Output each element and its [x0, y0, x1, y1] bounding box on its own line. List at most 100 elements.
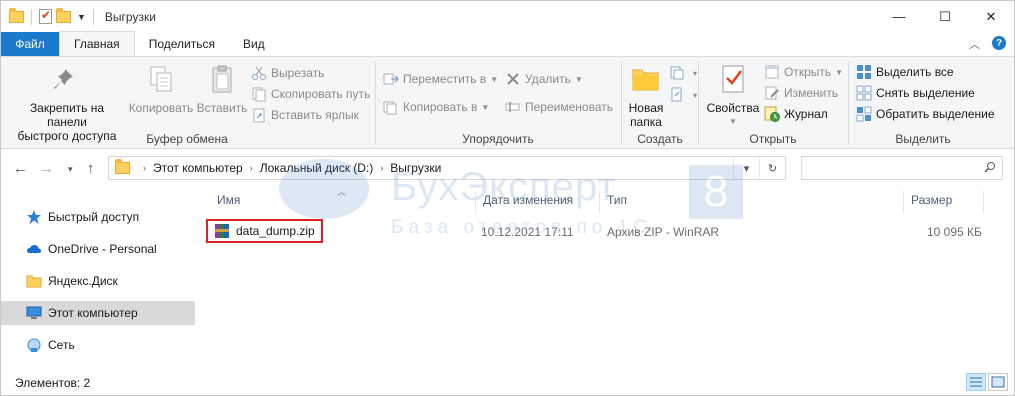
clipboard-icon	[206, 63, 238, 95]
dropdown-arrow-icon: ▼	[574, 74, 583, 84]
file-row[interactable]: data_dump.zip 10.12.2021 17:11 Архив ZIP…	[206, 219, 997, 243]
address-bar[interactable]: › Этот компьютер › Локальный диск (D:) ›…	[108, 156, 786, 180]
folder-icon	[115, 159, 130, 174]
tab-file[interactable]: Файл	[1, 32, 59, 56]
qat-customize-icon[interactable]: ▼	[77, 12, 86, 22]
folder-icon	[630, 63, 662, 95]
tab-view[interactable]: Вид	[229, 32, 279, 56]
refresh-icon[interactable]: ↻	[759, 157, 785, 179]
history-dropdown-icon[interactable]: ▾	[733, 157, 759, 179]
file-date: 10.12.2021 17:11	[481, 225, 574, 239]
paste-shortcut-button[interactable]: Вставить ярлык	[251, 105, 359, 125]
file-name-highlight[interactable]: data_dump.zip	[206, 219, 323, 243]
new-folder-label-line2: папка	[630, 115, 662, 129]
pin-icon	[51, 63, 83, 95]
maximize-button[interactable]: ☐	[922, 1, 968, 32]
move-to-button[interactable]: Переместить в ▼	[383, 69, 498, 89]
open-group-label: Открыть	[749, 132, 797, 146]
search-input[interactable]	[801, 156, 1003, 180]
copy-button[interactable]: Копировать	[129, 63, 193, 115]
ribbon: Закрепить на панели быстрого доступа Коп…	[1, 56, 1014, 149]
open-group: Свойства ▼ Открыть ▼ Изменить Журнал Отк…	[700, 57, 846, 149]
column-header-type[interactable]: Тип	[607, 193, 627, 207]
invert-selection-button[interactable]: Обратить выделение	[856, 104, 995, 124]
organize-group: Переместить в ▼ Копировать в ▼ Удалить ▼	[377, 57, 619, 149]
sort-ascending-icon: ︿	[337, 187, 347, 197]
rename-button[interactable]: Переименовать	[505, 97, 613, 117]
delete-icon	[505, 71, 521, 87]
breadcrumb-this-pc[interactable]: Этот компьютер	[153, 161, 243, 175]
copy-to-icon	[383, 99, 399, 115]
tab-home[interactable]: Главная	[59, 31, 135, 56]
history-button[interactable]: Журнал	[764, 104, 828, 124]
view-buttons	[966, 373, 1008, 391]
column-divider[interactable]	[599, 191, 600, 213]
navigation-bar: ← → ▾ ↑ › Этот компьютер › Локальный дис…	[1, 150, 1014, 186]
back-arrow-icon[interactable]: ←	[13, 160, 28, 177]
chevron-right-icon[interactable]: ›	[143, 163, 146, 173]
nav-this-pc[interactable]: Этот компьютер	[1, 301, 195, 325]
minimize-button[interactable]: —	[876, 1, 922, 32]
search-icon	[984, 162, 995, 173]
up-arrow-icon[interactable]: ↑	[87, 160, 95, 177]
open-button[interactable]: Открыть ▼	[764, 62, 843, 82]
column-divider[interactable]	[475, 191, 476, 213]
paste-label: Вставить	[196, 101, 248, 115]
column-divider[interactable]	[903, 191, 904, 213]
qat-separator	[92, 8, 94, 25]
star-icon	[26, 209, 42, 225]
chevron-up-icon[interactable]: ︿	[969, 36, 980, 52]
new-item-button[interactable]: ▾	[669, 63, 697, 83]
breadcrumb-local-disk[interactable]: Локальный диск (D:)	[260, 161, 374, 175]
nav-onedrive[interactable]: OneDrive - Personal	[1, 237, 195, 261]
properties-icon	[717, 63, 749, 95]
column-header-name[interactable]: Имя	[217, 193, 240, 207]
properties-button[interactable]: Свойства ▼	[706, 63, 760, 129]
breadcrumb-uploads[interactable]: Выгрузки	[390, 161, 441, 175]
column-header-date[interactable]: Дата изменения	[483, 193, 573, 207]
cut-button[interactable]: Вырезать	[251, 63, 324, 83]
select-none-button[interactable]: Снять выделение	[856, 83, 975, 103]
chevron-right-icon[interactable]: ›	[380, 163, 383, 173]
new-folder-label-line1: Новая	[628, 101, 664, 115]
nav-quick-access[interactable]: Быстрый доступ	[1, 205, 195, 229]
group-divider	[375, 61, 376, 145]
item-count: Элементов: 2	[15, 376, 91, 390]
copy-path-button[interactable]: Скопировать путь	[251, 84, 370, 104]
folder-icon	[26, 273, 42, 289]
cloud-icon	[26, 241, 42, 257]
nav-this-pc-label: Этот компьютер	[48, 306, 138, 320]
column-divider[interactable]	[983, 191, 984, 213]
large-icons-view-icon[interactable]	[988, 373, 1008, 391]
nav-network[interactable]: Сеть	[1, 333, 195, 357]
paste-button[interactable]: Вставить	[195, 63, 249, 115]
help-icon[interactable]: ?	[992, 36, 1006, 50]
move-to-label: Переместить в	[403, 72, 487, 86]
properties-icon[interactable]	[39, 8, 52, 24]
copy-to-button[interactable]: Копировать в ▼	[383, 97, 489, 117]
dropdown-arrow-icon: ▾	[693, 90, 698, 100]
edit-button[interactable]: Изменить	[764, 83, 838, 103]
column-header-size[interactable]: Размер	[911, 193, 952, 207]
pin-quick-access-button[interactable]: Закрепить на панели быстрого доступа	[9, 63, 125, 143]
group-divider	[621, 61, 622, 145]
easy-access-button[interactable]: ▾	[669, 85, 697, 105]
invert-selection-label: Обратить выделение	[876, 107, 995, 121]
explorer-window: ▼ Выгрузки — ☐ ✕ Файл Главная Поделиться…	[0, 0, 1015, 396]
open-label: Открыть	[784, 65, 832, 79]
delete-button[interactable]: Удалить ▼	[505, 69, 583, 89]
edit-label: Изменить	[784, 86, 839, 100]
nav-yandex-disk[interactable]: Яндекс.Диск	[1, 269, 195, 293]
dropdown-arrow-icon: ▼	[481, 102, 490, 112]
select-all-button[interactable]: Выделить все	[856, 62, 954, 82]
new-folder-button[interactable]: Новая папка	[625, 63, 667, 129]
quick-access-toolbar: ▼	[1, 7, 97, 25]
new-folder-icon[interactable]	[56, 7, 71, 23]
paste-shortcut-label: Вставить ярлык	[271, 108, 359, 122]
details-view-icon[interactable]	[966, 373, 986, 391]
recent-locations-icon[interactable]: ▾	[68, 164, 73, 175]
forward-arrow-icon[interactable]: →	[39, 160, 54, 177]
tab-share[interactable]: Поделиться	[135, 32, 229, 56]
close-button[interactable]: ✕	[968, 1, 1014, 32]
chevron-right-icon[interactable]: ›	[250, 163, 253, 173]
